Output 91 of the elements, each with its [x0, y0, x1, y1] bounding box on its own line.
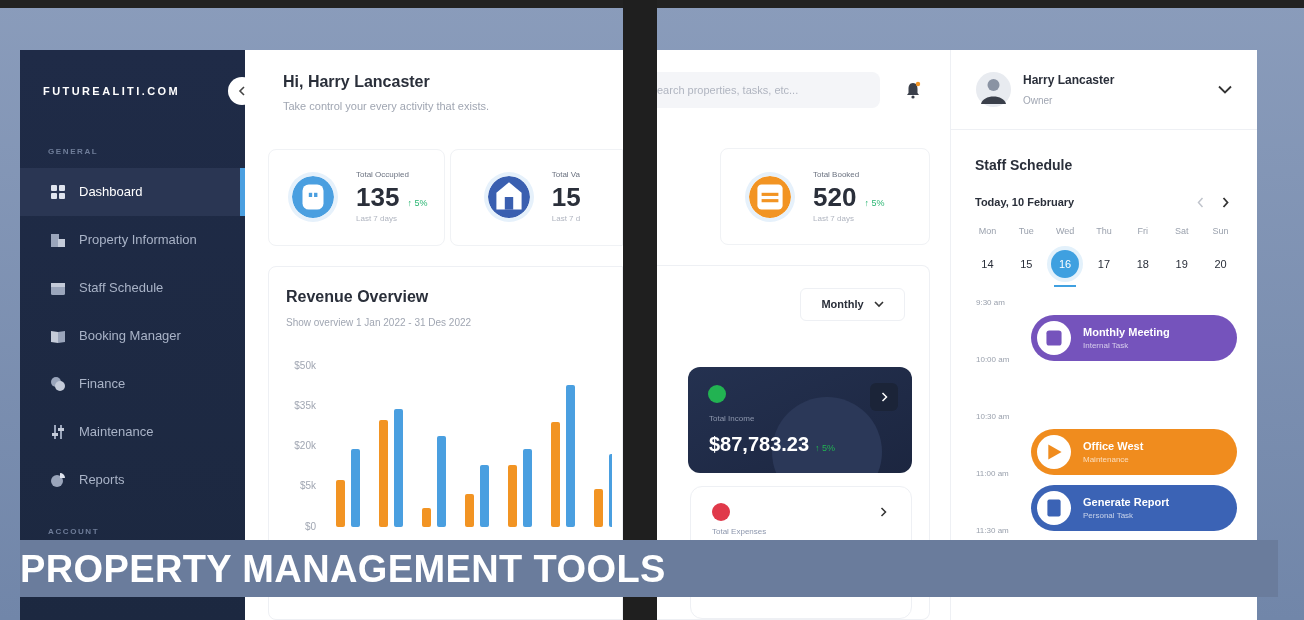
date-button[interactable]: 17 [1090, 250, 1118, 278]
event-title: Office West [1083, 438, 1144, 454]
date-button[interactable]: 15 [1012, 250, 1041, 278]
greeting-title: Hi, Harry Lancaster [283, 72, 430, 92]
logo-text: FUTUREALITI.COM [43, 84, 181, 99]
active-indicator [240, 167, 245, 216]
chevron-right-icon[interactable] [1222, 196, 1229, 208]
user-role: Owner [1023, 94, 1054, 108]
weekday-label: Sun [1211, 224, 1230, 238]
stat-period: Last 7 days [813, 212, 855, 225]
chevron-down-icon[interactable] [1218, 85, 1232, 94]
date-button[interactable]: 18 [1128, 250, 1157, 278]
event-pill[interactable]: Generate Report Personal Task [1031, 485, 1237, 531]
chevron-down-icon [873, 301, 884, 308]
event-icon [1037, 321, 1071, 355]
stat-period: Last 7 days [356, 213, 398, 225]
bell-icon[interactable] [905, 81, 921, 99]
expenses-label: Total Expenses [712, 526, 767, 538]
event-icon [1037, 491, 1071, 525]
avatar-icon [976, 72, 1011, 107]
time-label: 9:30 am [976, 297, 1005, 309]
bar [508, 464, 517, 527]
event-title: Monthly Meeting [1083, 324, 1170, 340]
chevron-right-icon[interactable] [880, 507, 887, 517]
open-button[interactable] [870, 383, 898, 411]
bar [480, 464, 489, 527]
period-dropdown[interactable]: Monthly [800, 288, 905, 321]
bar [422, 507, 431, 527]
event-subtitle: Maintenance [1083, 454, 1130, 467]
banner-title: PROPERTY MANAGEMENT TOOLS [20, 549, 666, 588]
section-heading: GENERAL [48, 145, 99, 158]
pie-chart-icon [50, 471, 66, 488]
stat-value: 520 [813, 180, 857, 213]
income-change: ↑ 5% [815, 442, 836, 455]
weekday-label: Wed [1054, 224, 1076, 238]
sidebar-item[interactable]: Maintenance [20, 407, 245, 456]
time-label: 11:30 am [976, 525, 1009, 537]
chevron-left-icon [238, 86, 246, 96]
card-title: Revenue Overview [286, 286, 429, 307]
user-name: Harry Lancaster [1023, 72, 1115, 89]
stat-change: ↑ 5% [864, 196, 885, 210]
weekday-label: Fri [1136, 224, 1150, 238]
sidebar-item[interactable]: Dashboard [20, 167, 245, 216]
sidebar-item[interactable]: Reports [20, 455, 245, 504]
event-title: Generate Report [1083, 494, 1170, 510]
event-pill[interactable]: Monthly Meeting Internal Task [1031, 315, 1237, 361]
stat-change: ↑ 5% [407, 197, 428, 210]
greeting-subtitle: Take control your every activity that exists. [283, 99, 490, 114]
stat-value: 135 [356, 181, 400, 213]
weekday-label: Thu [1095, 224, 1113, 238]
section-heading: ACCOUNT [48, 525, 100, 538]
chevron-right-icon [880, 392, 888, 402]
grid-icon [50, 183, 66, 200]
building-icon [50, 231, 66, 248]
weekday-label: Sat [1173, 224, 1190, 238]
axis-label: $0 [304, 520, 316, 533]
stat-value: 15 [551, 181, 581, 213]
axis-label: $20k [294, 440, 316, 452]
sidebar-item[interactable]: Property Information [20, 215, 245, 264]
weekday-label: Tue [1017, 224, 1035, 238]
stat-label: Total Occupied [356, 169, 410, 181]
stat-label: Total Booked [813, 168, 861, 181]
time-label: 10:30 am [976, 411, 1010, 423]
bar [465, 493, 474, 527]
sidebar-item[interactable]: Staff Schedule [20, 263, 245, 312]
sidebar-item[interactable]: Finance [20, 359, 245, 408]
sidebar-item[interactable]: Booking Manager [20, 311, 245, 360]
date-button[interactable]: 14 [973, 250, 1002, 278]
weekday-label: Mon [977, 224, 998, 238]
time-label: 11:00 am [976, 468, 1009, 480]
date-button[interactable]: 20 [1206, 250, 1235, 278]
section-title: Staff Schedule [975, 156, 1073, 175]
bar [336, 479, 345, 527]
search-field[interactable]: earch properties, tasks, etc... [657, 72, 880, 108]
axis-label: $5k [299, 480, 316, 493]
income-value: $87,783.23 [709, 432, 810, 457]
date-button[interactable]: 19 [1167, 250, 1196, 278]
coins-icon [50, 375, 66, 392]
bar [594, 488, 603, 527]
schedule-date: Today, 10 February [975, 195, 1075, 210]
axis-label: $50k [294, 359, 316, 372]
event-subtitle: Internal Task [1083, 340, 1130, 353]
event-subtitle: Personal Task [1083, 510, 1135, 523]
sliders-icon [50, 423, 66, 440]
card-subtitle: Show overview 1 Jan 2022 - 31 Des 2022 [286, 315, 472, 330]
time-label: 10:00 am [976, 354, 1010, 366]
stat-label: Total Va [551, 169, 581, 181]
income-label: Total Income [709, 413, 755, 425]
axis-label: $35k [294, 399, 316, 412]
event-icon [1037, 435, 1071, 469]
stat-period: Last 7 d [551, 213, 581, 225]
